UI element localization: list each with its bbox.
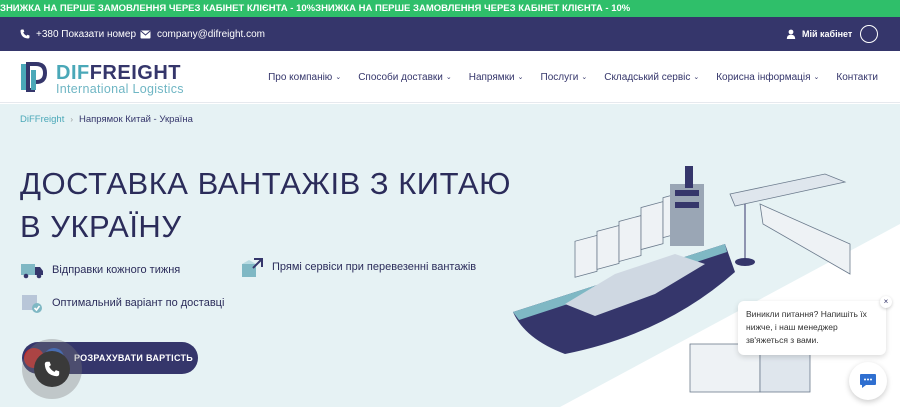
chevron-down-icon: ⌄ <box>335 74 342 81</box>
cabinet-label: Мій кабінет <box>802 29 853 39</box>
box-check-icon <box>22 295 42 313</box>
logo-mark-icon <box>21 62 48 92</box>
top-bar: +380 Показати номер company@difreight.co… <box>0 17 900 51</box>
chat-bubble-icon <box>860 374 876 388</box>
phone-icon <box>20 29 30 39</box>
nav-item-contacts[interactable]: Контакти <box>836 72 878 83</box>
nav-menu: Про компанію ⌄ Способи доставки ⌄ Напрямки… <box>268 51 878 103</box>
phone-text: +380 Показати номер <box>36 28 137 40</box>
nav-item-about[interactable]: Про компанію ⌄ <box>268 72 341 83</box>
cargo-ship-illustration <box>513 166 851 393</box>
nav-item-services[interactable]: Послуги ⌄ <box>541 72 588 83</box>
truck-icon <box>21 264 43 279</box>
page-title: ДОСТАВКА ВАНТАЖІВ З КИТАЮ В УКРАЇНУ <box>20 166 511 244</box>
mail-icon <box>140 30 151 38</box>
nav-item-useful-info[interactable]: Корисна інформація ⌄ <box>716 72 819 83</box>
chat-popup: Виникли питання? Напишіть їх нижче, і на… <box>738 301 886 355</box>
main-nav: DIFFREIGHT International Logistics Про к… <box>0 51 900 103</box>
chevron-down-icon: ⌄ <box>445 74 452 81</box>
user-icon <box>786 29 796 39</box>
chevron-down-icon: ⌄ <box>517 74 524 81</box>
box-arrow-icon <box>242 258 263 277</box>
promo-text: ЗНИЖКА НА ПЕРШЕ ЗАМОВЛЕННЯ ЧЕРЕЗ КАБІНЕТ… <box>0 3 631 14</box>
feature-optimal: Оптимальний варіант по доставці <box>20 292 224 314</box>
breadcrumb-home[interactable]: DiFFreight <box>20 114 64 125</box>
language-globe-icon[interactable] <box>860 25 878 43</box>
logo-tagline: International Logistics <box>56 82 184 96</box>
feature-direct: Прямі сервіси при перевезенні вантажів <box>240 256 476 278</box>
cabinet-link[interactable]: Мій кабінет <box>786 17 852 51</box>
chevron-down-icon: ⌄ <box>693 74 700 81</box>
chevron-down-icon: ⌄ <box>813 74 820 81</box>
chat-message: Виникли питання? Напишіть їх нижче, і на… <box>746 309 867 345</box>
email-link[interactable]: company@difreight.com <box>140 17 265 51</box>
nav-item-directions[interactable]: Напрямки ⌄ <box>469 72 524 83</box>
phone-link[interactable]: +380 Показати номер <box>20 17 136 51</box>
promo-banner: ЗНИЖКА НА ПЕРШЕ ЗАМОВЛЕННЯ ЧЕРЕЗ КАБІНЕТ… <box>0 0 900 17</box>
nav-item-warehouse[interactable]: Складський сервіс ⌄ <box>604 72 699 83</box>
chat-close-button[interactable]: × <box>880 296 892 308</box>
breadcrumb-current: Напрямок Китай - Україна <box>79 114 193 125</box>
chevron-down-icon: ⌄ <box>581 74 588 81</box>
nav-item-delivery-methods[interactable]: Способи доставки ⌄ <box>358 72 452 83</box>
feature-weekly: Відправки кожного тижня <box>20 259 180 281</box>
breadcrumb: DiFFreight › Напрямок Китай - Україна <box>20 114 193 125</box>
call-widget-button[interactable] <box>22 339 82 399</box>
phone-icon <box>44 361 60 377</box>
chevron-right-icon: › <box>70 115 74 124</box>
logo[interactable]: DIFFREIGHT International Logistics <box>20 59 190 97</box>
hero-section: DiFFreight › Напрямок Китай - Україна ДО… <box>0 104 900 407</box>
email-text: company@difreight.com <box>157 28 265 40</box>
chat-open-button[interactable] <box>849 362 887 400</box>
